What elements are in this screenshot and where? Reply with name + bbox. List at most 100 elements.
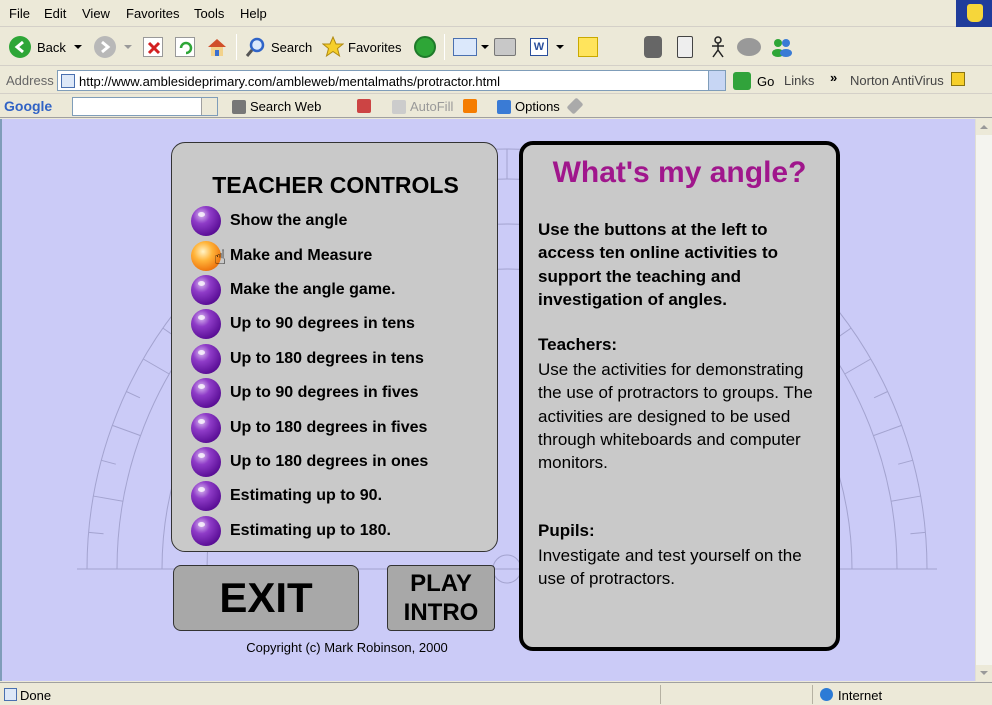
hand-cursor-icon: ☝: [214, 247, 227, 269]
history-icon: [414, 36, 436, 58]
mail-dropdown-icon[interactable]: [481, 45, 489, 49]
blogger-button[interactable]: [463, 99, 481, 113]
google-news-button[interactable]: [357, 99, 375, 113]
sticky-note-icon: [578, 37, 598, 57]
purple-ball-icon: [191, 447, 221, 477]
phone-button[interactable]: [677, 34, 693, 60]
stop-icon: [143, 37, 163, 57]
activity-180-in-ones[interactable]: Up to 180 degrees in ones: [191, 447, 428, 477]
go-button[interactable]: Go: [733, 71, 774, 91]
purple-ball-icon: [191, 516, 221, 546]
star-icon: [321, 35, 345, 58]
exit-button[interactable]: EXIT: [173, 565, 359, 631]
info-title: What's my angle?: [552, 156, 807, 189]
activity-label: Up to 180 degrees in fives: [230, 419, 428, 436]
printer-icon: [494, 38, 516, 56]
msn-buddies-icon: [770, 37, 794, 57]
back-dropdown-icon[interactable]: [73, 45, 82, 49]
activity-90-in-fives[interactable]: Up to 90 degrees in fives: [191, 378, 419, 408]
activity-show-the-angle[interactable]: Show the angle: [191, 206, 347, 236]
stop-button[interactable]: [143, 34, 163, 60]
info-intro-text: Use the buttons at the left to access te…: [538, 220, 778, 309]
google-search-input[interactable]: [72, 97, 218, 116]
back-arrow-icon: [9, 36, 31, 58]
back-button[interactable]: Back: [9, 34, 82, 60]
mail-button[interactable]: [453, 34, 489, 60]
options-button[interactable]: Options: [497, 99, 560, 114]
messenger-button[interactable]: [707, 34, 729, 60]
protractor-tick: [898, 459, 913, 465]
forward-button[interactable]: [94, 34, 132, 60]
history-button[interactable]: [414, 34, 436, 60]
google-logo[interactable]: Google: [4, 98, 52, 114]
google-search-dropdown-icon[interactable]: [201, 98, 217, 115]
address-input[interactable]: http://www.amblesideprimary.com/ambleweb…: [57, 70, 726, 91]
autofill-label: AutoFill: [410, 99, 454, 114]
note-button[interactable]: [578, 34, 598, 60]
menu-favorites[interactable]: Favorites: [126, 6, 179, 21]
security-zone-text: Internet: [838, 688, 883, 703]
google-toolbar: Google Search Web AutoFill Options: [0, 95, 992, 118]
print-button[interactable]: [494, 34, 516, 60]
menu-tools[interactable]: Tools: [194, 6, 224, 21]
purple-ball-icon: [191, 481, 221, 511]
orange-ball-icon: ☝: [191, 241, 226, 271]
activity-180-in-tens[interactable]: Up to 180 degrees in tens: [191, 344, 424, 374]
favorites-button[interactable]: Favorites: [321, 34, 401, 60]
forward-dropdown-icon[interactable]: [124, 45, 132, 49]
vertical-scrollbar[interactable]: [975, 119, 992, 681]
menu-bar: File Edit View Favorites Tools Help: [0, 0, 992, 27]
activity-estimating-180[interactable]: Estimating up to 180.: [191, 516, 391, 546]
norton-icon[interactable]: [951, 72, 965, 86]
norton-antivirus-button[interactable]: Norton AntiVirus: [850, 73, 944, 88]
standard-toolbar: Back Search Favorites W: [0, 28, 992, 66]
teacher-controls-title: TEACHER CONTROLS: [212, 172, 459, 198]
links-button[interactable]: Links: [784, 73, 814, 88]
activity-180-in-fives[interactable]: Up to 180 degrees in fives: [191, 413, 427, 443]
play-intro-button[interactable]: PLAY INTRO: [387, 565, 495, 631]
search-label: Search: [271, 39, 313, 55]
menu-help[interactable]: Help: [240, 6, 267, 21]
search-button[interactable]: Search: [245, 34, 312, 60]
msn-button[interactable]: [770, 34, 794, 60]
person-icon: [707, 36, 729, 58]
activity-label: Estimating up to 180.: [230, 522, 391, 539]
activity-label: Up to 180 degrees in ones: [230, 453, 429, 470]
status-bar: Done Internet: [0, 682, 992, 705]
teacher-controls-panel: TEACHER CONTROLS Show the angle ☝ Make a…: [171, 142, 498, 552]
edit-dropdown-icon[interactable]: [556, 45, 564, 49]
address-bar: Address http://www.amblesideprimary.com/…: [0, 67, 992, 94]
scroll-up-arrow-icon[interactable]: [976, 119, 992, 135]
scroll-down-arrow-icon[interactable]: [976, 665, 992, 681]
address-dropdown-icon[interactable]: [708, 71, 725, 90]
links-chevron-icon[interactable]: »: [830, 70, 837, 85]
page-done-icon: [4, 688, 17, 701]
edit-button[interactable]: W: [530, 34, 564, 60]
protractor-tick: [873, 391, 888, 399]
menu-file[interactable]: File: [9, 6, 30, 21]
activity-make-the-angle-game[interactable]: Make the angle game.: [191, 275, 395, 305]
autofill-button[interactable]: AutoFill: [392, 99, 453, 114]
pencil-icon: [566, 97, 584, 115]
activity-make-and-measure[interactable]: ☝ Make and Measure: [191, 241, 372, 271]
protractor-tick: [112, 424, 141, 437]
purple-ball-icon: [191, 309, 221, 339]
address-label: Address: [6, 73, 54, 88]
home-button[interactable]: [206, 34, 228, 60]
autofill-icon: [392, 99, 406, 114]
activity-label: Up to 180 degrees in tens: [230, 350, 424, 367]
search-web-button[interactable]: Search Web: [232, 99, 321, 114]
activity-90-in-tens[interactable]: Up to 90 degrees in tens: [191, 309, 415, 339]
menu-edit[interactable]: Edit: [44, 6, 66, 21]
protractor-tick: [838, 327, 852, 338]
menu-view[interactable]: View: [82, 6, 110, 21]
purple-ball-icon: [191, 344, 221, 374]
refresh-button[interactable]: [175, 34, 195, 60]
address-url: http://www.amblesideprimary.com/ambleweb…: [79, 74, 500, 89]
discuss-button[interactable]: [737, 34, 761, 60]
mail-icon: [453, 38, 477, 56]
research-button[interactable]: [644, 34, 662, 60]
activity-estimating-90[interactable]: Estimating up to 90.: [191, 481, 382, 511]
highlight-button[interactable]: [566, 97, 584, 115]
toolbar-separator: [444, 34, 445, 60]
